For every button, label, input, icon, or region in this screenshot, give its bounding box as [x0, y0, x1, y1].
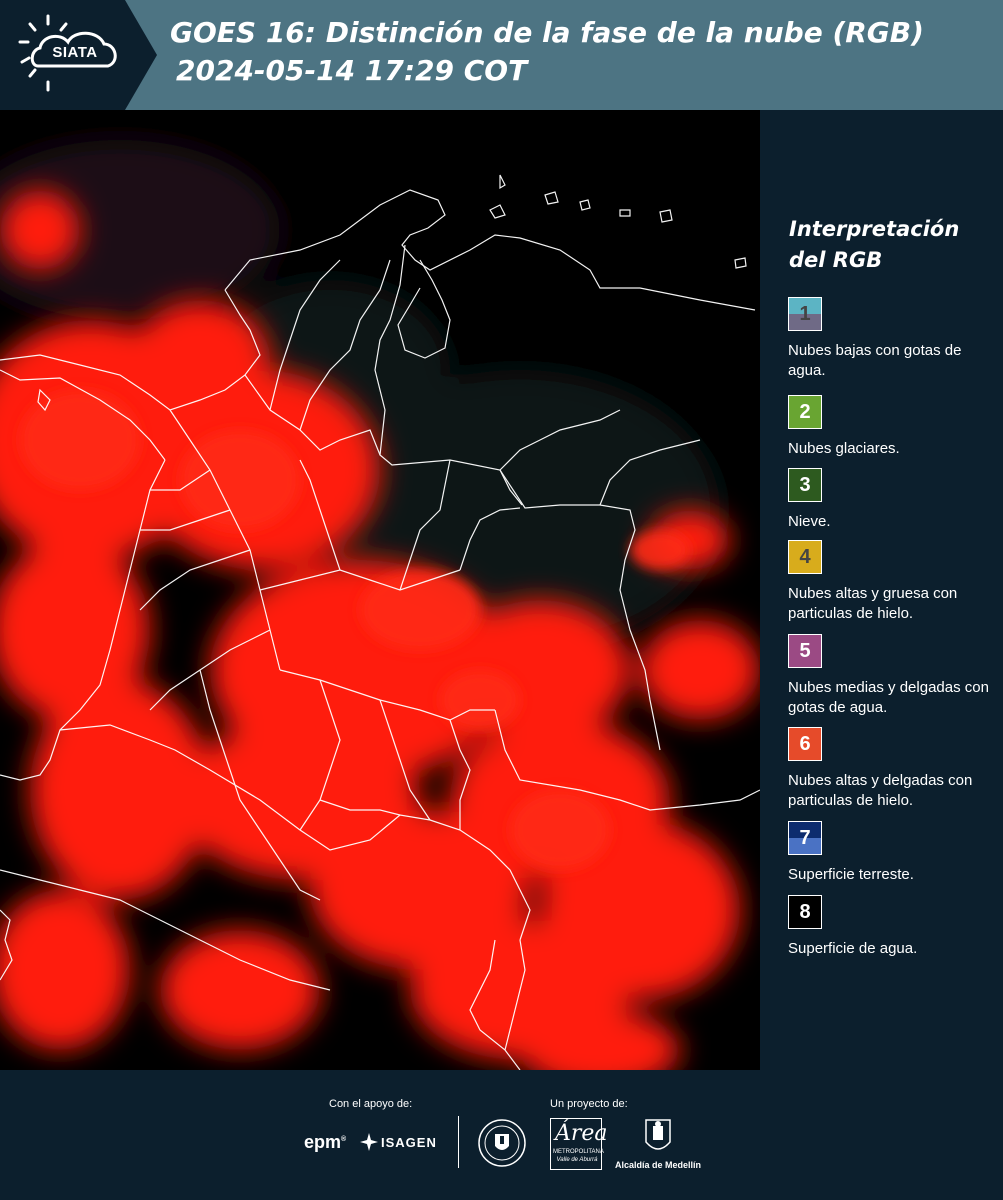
epm-logo: epm®	[304, 1132, 346, 1153]
alcaldia-medellin-logo: Alcaldía de Medellín	[612, 1118, 704, 1174]
isagen-logo-text: ISAGEN	[381, 1135, 437, 1150]
legend-swatch-number: 4	[799, 546, 811, 568]
legend-swatch-number: 5	[799, 640, 811, 662]
legend-title-line-1: Interpretación	[789, 217, 960, 241]
page-title: GOES 16: Distinción de la fase de la nub…	[170, 14, 990, 90]
legend-item-label: Superficie terreste.	[788, 866, 914, 883]
legend-title: Interpretación del RGB	[789, 214, 999, 276]
legend-item-label: Nubes medias y delgadas con gotas de agu…	[788, 679, 989, 716]
legend-swatch: 6	[788, 727, 822, 761]
legend-swatch: 5	[788, 634, 822, 668]
legend-item-label: Superficie de agua.	[788, 940, 918, 957]
medellin-shield-icon	[645, 1119, 671, 1150]
project-label: Un proyecto de:	[550, 1098, 628, 1110]
siata-logo: SIATA	[0, 0, 160, 110]
legend-swatch: 1	[788, 297, 822, 331]
alcaldia-medellin-text: Alcaldía de Medellín	[614, 1160, 702, 1170]
title-line-2: 2024-05-14 17:29 COT	[176, 54, 528, 87]
legend-swatch: 8	[788, 895, 822, 929]
area-metropolitana-logo: Área METROPOLITANA Valle de Aburrá	[550, 1118, 608, 1170]
legend-item-label: Nubes glaciares.	[788, 440, 900, 457]
legend-swatch-number: 1	[799, 303, 811, 325]
legend-swatch: 2	[788, 395, 822, 429]
legend-item-label: Nubes altas y delgadas con particulas de…	[788, 772, 973, 809]
legend-panel: Interpretación del RGB 1 Nubes bajas con…	[760, 110, 1003, 1070]
support-label: Con el apoyo de:	[329, 1098, 413, 1110]
footer-divider	[458, 1116, 459, 1168]
legend-swatch-number: 2	[799, 401, 811, 423]
legend-swatch: 3	[788, 468, 822, 502]
siata-logo-text: SIATA	[52, 44, 98, 61]
isagen-star-icon	[360, 1133, 378, 1151]
area-metropolitana-line1: METROPOLITANA	[553, 1149, 604, 1155]
legend-title-line-2: del RGB	[789, 248, 883, 272]
isagen-logo: ISAGEN	[360, 1132, 442, 1154]
legend-swatch-number: 6	[799, 733, 811, 755]
title-line-1: GOES 16: Distinción de la fase de la nub…	[170, 16, 924, 49]
legend-item-label: Nieve.	[788, 513, 831, 530]
legend-swatch-number: 3	[799, 474, 811, 496]
satellite-map	[0, 110, 760, 1070]
university-seal-icon	[478, 1119, 526, 1167]
header-bar: SIATA GOES 16: Distinción de la fase de …	[0, 0, 1003, 110]
legend-swatch: 7	[788, 821, 822, 855]
legend-swatch: 4	[788, 540, 822, 574]
epm-registered-mark: ®	[341, 1136, 347, 1143]
legend-item-label: Nubes altas y gruesa con particulas de h…	[788, 585, 958, 622]
area-metropolitana-line2: Valle de Aburrá	[556, 1157, 598, 1163]
legend-swatch-number: 7	[799, 827, 811, 849]
footer-bar: Con el apoyo de: Un proyecto de: epm® IS…	[0, 1070, 1003, 1200]
legend-item-label: Nubes bajas con gotas de agua.	[788, 342, 962, 379]
map-canvas	[0, 110, 760, 1070]
legend-swatch-number: 8	[799, 901, 811, 923]
epm-logo-text: epm	[304, 1132, 342, 1152]
area-metropolitana-mark: Área	[555, 1121, 608, 1146]
